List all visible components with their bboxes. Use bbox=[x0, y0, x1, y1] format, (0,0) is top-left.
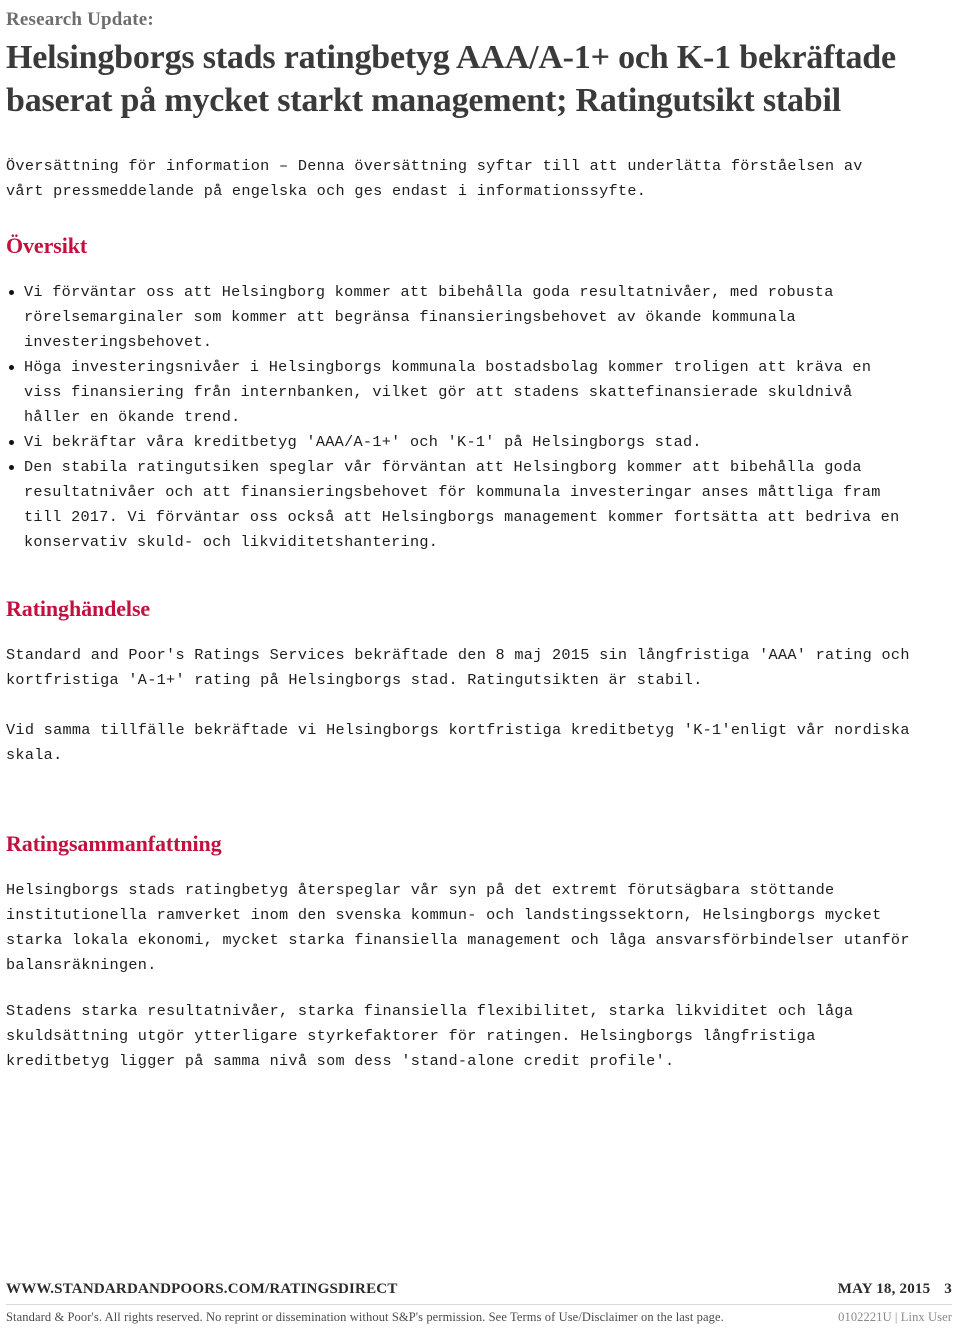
section-heading-oversikt: Översikt bbox=[6, 233, 88, 259]
page-footer: WWW.STANDARDANDPOORS.COM/RATINGSDIRECT M… bbox=[6, 1281, 952, 1325]
list-item: Den stabila ratingutsiken speglar vår fö… bbox=[6, 455, 904, 555]
research-update-kicker: Research Update: bbox=[6, 9, 154, 30]
document-page: Research Update: Helsingborgs stads rati… bbox=[0, 9, 960, 1333]
rating-summary-paragraph-2: Stadens starka resultatnivåer, starka fi… bbox=[6, 1002, 854, 1071]
translation-disclaimer-paragraph: Översättning för information – Denna öve… bbox=[6, 157, 863, 201]
footer-date-and-page: MAY 18, 2015 3 bbox=[838, 1281, 952, 1298]
rating-action-paragraph-2: Vid samma tillfälle bekräftade vi Helsin… bbox=[6, 721, 910, 765]
footer-disclaimer: Standard & Poor's. All rights reserved. … bbox=[6, 1310, 724, 1324]
footer-date: MAY 18, 2015 bbox=[837, 1281, 931, 1297]
footer-divider bbox=[6, 1304, 952, 1305]
page-title: Helsingborgs stads ratingbetyg AAA/A-1+ … bbox=[6, 38, 896, 119]
overview-bullet-list: Vi förväntar oss att Helsingborg kommer … bbox=[6, 280, 952, 555]
page-number: 3 bbox=[944, 1281, 952, 1297]
section-heading-ratinghandelse: Ratinghändelse bbox=[6, 595, 151, 621]
rating-summary-paragraph-1: Helsingborgs stads ratingbetyg återspegl… bbox=[6, 881, 910, 975]
rating-action-paragraph-1: Standard and Poor's Ratings Services bek… bbox=[6, 646, 910, 690]
list-item: Höga investeringsnivåer i Helsingborgs k… bbox=[6, 355, 904, 430]
list-item: Vi bekräftar våra kreditbetyg 'AAA/A-1+'… bbox=[6, 430, 904, 455]
section-heading-ratingsammanfattning: Ratingsammanfattning bbox=[6, 831, 222, 857]
footer-secondary-row: Standard & Poor's. All rights reserved. … bbox=[6, 1310, 952, 1325]
list-item: Vi förväntar oss att Helsingborg kommer … bbox=[6, 280, 904, 355]
footer-site-url[interactable]: WWW.STANDARDANDPOORS.COM/RATINGSDIRECT bbox=[6, 1281, 398, 1298]
footer-document-id: 0102221U | Linx User bbox=[838, 1310, 952, 1324]
footer-primary-row: WWW.STANDARDANDPOORS.COM/RATINGSDIRECT M… bbox=[6, 1281, 952, 1298]
